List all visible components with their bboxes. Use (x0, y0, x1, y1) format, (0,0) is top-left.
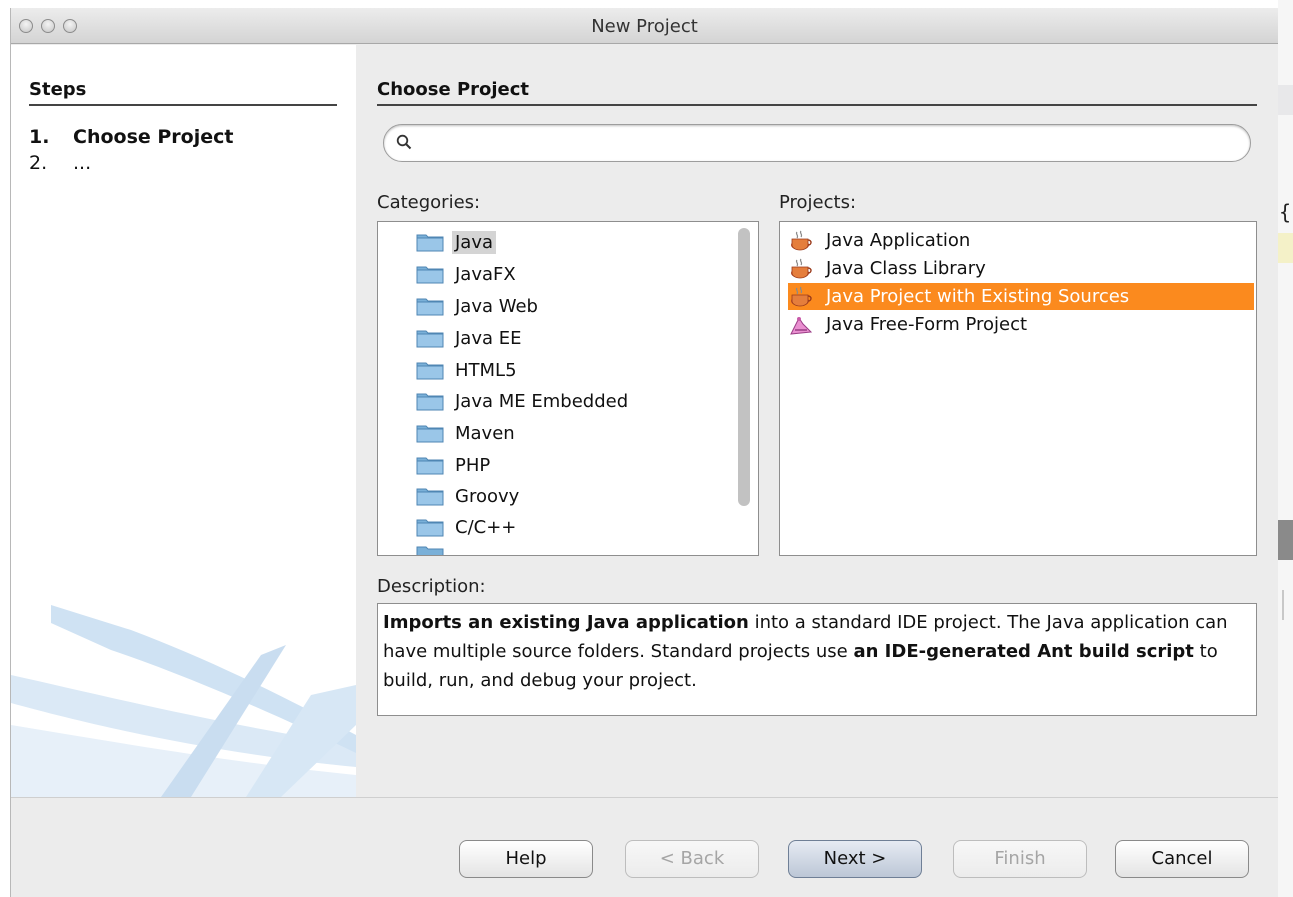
category-label: PHP (455, 454, 491, 476)
project-item-java-project-existing-sources[interactable]: Java Project with Existing Sources (788, 283, 1254, 310)
search-icon (396, 134, 412, 150)
java-cup-icon (788, 258, 814, 280)
back-button[interactable]: < Back (625, 840, 759, 878)
search-input[interactable] (422, 130, 1232, 156)
category-item-html5[interactable]: HTML5 (416, 355, 520, 385)
category-item-partial[interactable] (416, 544, 444, 555)
footer-divider (11, 797, 1278, 798)
description-label: Description: (377, 576, 486, 597)
search-field[interactable] (383, 124, 1251, 162)
folder-icon (416, 330, 444, 348)
netbeans-swoosh-graphic (11, 605, 356, 797)
projects-list[interactable]: Java Application Java Class Library Java… (779, 221, 1257, 556)
step-label: Choose Project (73, 126, 234, 148)
category-item-javafx[interactable]: JavaFX (416, 259, 519, 289)
category-label: Groovy (455, 485, 520, 507)
project-item-java-free-form-project[interactable]: Java Free-Form Project (788, 311, 1254, 338)
folder-icon (416, 298, 444, 316)
description-bold-1: Imports an existing Java application (383, 612, 749, 633)
categories-label: Categories: (377, 192, 481, 213)
folder-icon (416, 546, 444, 555)
folder-icon (416, 362, 444, 380)
background-editor-peek: { (1278, 0, 1293, 897)
finish-button[interactable]: Finish (953, 840, 1087, 878)
folder-icon (416, 457, 444, 475)
category-label: Java ME Embedded (455, 390, 629, 412)
category-item-php[interactable]: PHP (416, 450, 493, 480)
window-title: New Project (591, 16, 698, 37)
category-item-java-web[interactable]: Java Web (416, 291, 541, 321)
category-label: HTML5 (455, 359, 517, 381)
folder-icon (416, 488, 444, 506)
title-bar: New Project (11, 8, 1278, 44)
folder-icon (416, 266, 444, 284)
new-project-dialog: New Project Steps 1. Choose Project 2....… (10, 8, 1278, 897)
project-label: Java Class Library (826, 258, 986, 279)
description-text: Imports an existing Java application int… (377, 603, 1257, 716)
category-item-java-ee[interactable]: Java EE (416, 323, 525, 353)
description-bold-3: an IDE-generated Ant build script (853, 641, 1194, 662)
category-item-java[interactable]: Java (416, 227, 497, 257)
choose-project-header: Choose Project (377, 79, 1257, 106)
editor-scroll-thumb (1278, 520, 1293, 560)
project-item-java-application[interactable]: Java Application (788, 227, 1254, 254)
project-item-java-class-library[interactable]: Java Class Library (788, 255, 1254, 282)
folder-icon (416, 519, 444, 537)
project-label: Java Free-Form Project (826, 314, 1028, 335)
steps-panel: Steps 1. Choose Project 2.... (11, 45, 356, 797)
project-label: Java Application (826, 230, 971, 251)
help-button[interactable]: Help (459, 840, 593, 878)
editor-divider (1282, 590, 1284, 620)
category-item-groovy[interactable]: Groovy (416, 481, 522, 511)
category-item-maven[interactable]: Maven (416, 418, 518, 448)
folder-icon (416, 393, 444, 411)
category-item-java-me-embedded[interactable]: Java ME Embedded (416, 386, 631, 416)
step-item: 2.... (29, 152, 91, 174)
category-label: Java EE (455, 327, 522, 349)
step-number: 1. (29, 126, 50, 148)
project-label: Java Project with Existing Sources (826, 286, 1130, 307)
category-label: Java Web (455, 295, 538, 317)
editor-text: { (1279, 200, 1292, 224)
categories-scrollbar[interactable] (738, 228, 750, 506)
folder-icon (416, 425, 444, 443)
step-label: ... (73, 152, 92, 174)
java-cup-icon (788, 230, 814, 252)
editor-highlight (1278, 233, 1293, 263)
category-label: Maven (455, 422, 515, 444)
projects-label: Projects: (779, 192, 857, 213)
java-cup-icon (788, 286, 814, 308)
steps-header: Steps (29, 79, 337, 106)
cancel-button[interactable]: Cancel (1115, 840, 1249, 878)
category-label: JavaFX (455, 263, 516, 285)
free-form-icon (788, 314, 814, 336)
step-number: 2. (29, 152, 48, 174)
category-item-cpp[interactable]: C/C++ (416, 512, 519, 542)
step-item: 1. Choose Project (29, 126, 233, 148)
next-button[interactable]: Next > (788, 840, 922, 878)
category-label: Java (452, 230, 497, 254)
folder-icon (416, 234, 444, 252)
category-label: C/C++ (455, 516, 517, 538)
editor-tab-strip (1278, 85, 1293, 115)
categories-list[interactable]: Java JavaFX Java Web Java EE HTML5 Java … (377, 221, 759, 556)
